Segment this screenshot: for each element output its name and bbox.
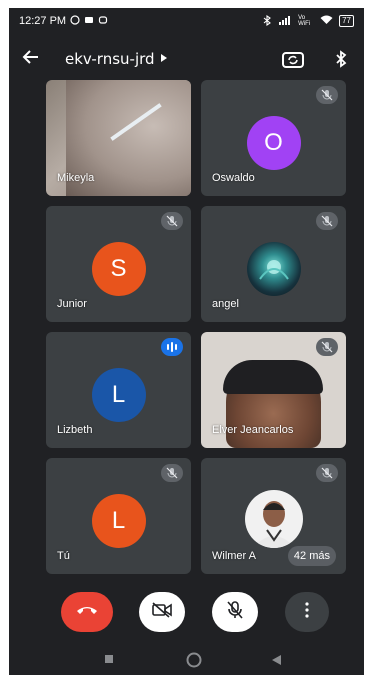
system-nav-bar — [9, 648, 364, 675]
cap — [223, 360, 323, 394]
participant-name: Elver Jeancarlos — [212, 424, 294, 436]
call-end-icon — [76, 603, 98, 621]
participant-name: angel — [212, 298, 239, 310]
participant-name: Mikeyla — [57, 172, 95, 184]
mic-off-icon — [161, 464, 183, 482]
home-icon[interactable] — [186, 652, 202, 668]
participant-name: Oswaldo — [212, 172, 255, 184]
switch-camera-icon[interactable] — [282, 48, 304, 70]
profile-photo — [244, 490, 303, 548]
meet-screen: 12:27 PM Vo WiFi 77 ekv-rnsu-jrd Mikeyla… — [9, 8, 364, 675]
app-bar: ekv-rnsu-jrd — [9, 42, 364, 76]
participant-name: Tú — [57, 550, 70, 562]
mic-off-icon — [316, 212, 338, 230]
end-call-button[interactable] — [61, 592, 113, 632]
mic-off-icon — [316, 338, 338, 356]
status-time: 12:27 PM — [19, 15, 67, 27]
profile-photo — [246, 242, 301, 296]
signal-icon — [278, 15, 292, 27]
avatar: L — [91, 494, 146, 548]
mic-off-icon — [161, 212, 183, 230]
participant-tile[interactable]: S Junior — [46, 206, 191, 322]
mic-toggle-button[interactable] — [212, 592, 258, 632]
notification-icon — [98, 15, 108, 28]
video-off-icon — [152, 601, 172, 623]
avatar: S — [91, 242, 146, 296]
camera-toggle-button[interactable] — [139, 592, 185, 632]
caret-right-icon[interactable] — [160, 54, 167, 64]
wifi-icon — [320, 15, 333, 27]
arrow-back-icon[interactable] — [21, 48, 51, 71]
mic-off-icon — [316, 86, 338, 104]
participant-tile[interactable]: Wilmer A 42 más — [201, 458, 346, 574]
more-participants-button[interactable]: 42 más — [287, 546, 336, 566]
more-options-button[interactable] — [285, 592, 329, 632]
more-vert-icon — [305, 601, 309, 623]
call-controls — [9, 592, 364, 632]
participant-tile[interactable]: L Tú — [46, 458, 191, 574]
volte-label: Vo WiFi — [298, 15, 311, 27]
participant-tile[interactable]: angel — [201, 206, 346, 322]
mic-off-icon — [227, 600, 243, 624]
participant-tile[interactable]: Elver Jeancarlos — [201, 332, 346, 448]
participant-tile[interactable]: O Oswaldo — [201, 80, 346, 196]
message-icon — [84, 15, 94, 28]
participant-tile[interactable]: L Lizbeth — [46, 332, 191, 448]
mic-off-icon — [316, 464, 338, 482]
recents-icon[interactable] — [104, 654, 114, 664]
whatsapp-icon — [70, 14, 80, 28]
participant-tile[interactable]: Mikeyla — [46, 80, 191, 196]
meeting-code[interactable]: ekv-rnsu-jrd — [65, 50, 155, 68]
avatar: L — [91, 368, 146, 422]
battery-indicator: 77 — [339, 15, 354, 27]
participant-name: Lizbeth — [57, 424, 93, 436]
bluetooth-audio-icon[interactable] — [330, 48, 352, 70]
participant-name: Junior — [57, 298, 87, 310]
bluetooth-icon — [262, 14, 272, 28]
participant-name: Wilmer A — [212, 550, 256, 562]
speaking-indicator-icon — [161, 338, 183, 356]
avatar: O — [246, 116, 301, 170]
status-bar: 12:27 PM Vo WiFi 77 — [9, 8, 364, 34]
back-nav-icon[interactable] — [271, 654, 282, 666]
